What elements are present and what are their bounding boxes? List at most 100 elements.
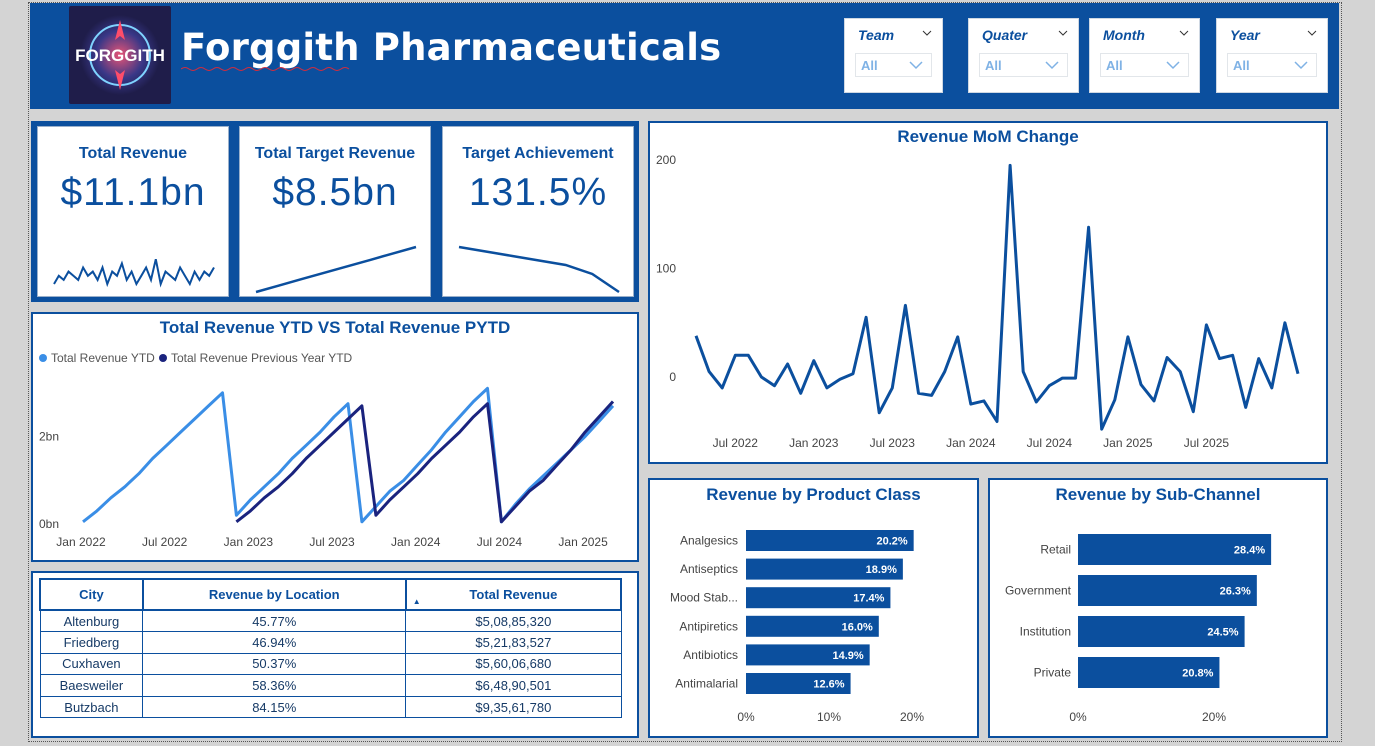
cell-total-revenue: $9,35,61,780 bbox=[405, 695, 622, 719]
month-slicer-label: Month bbox=[1103, 27, 1145, 43]
company-logo: FORGGITH bbox=[69, 6, 171, 104]
x-tick-label: 20% bbox=[1202, 710, 1226, 724]
table-row[interactable]: Cuxhaven 50.37% $5,60,06,680 bbox=[39, 652, 622, 676]
dashboard: FORGGITH Forggith Pharmaceuticals Team A… bbox=[0, 0, 1375, 746]
data-label: 12.6% bbox=[813, 679, 844, 691]
kpi-card-target-achievement: Target Achievement 131.5% bbox=[442, 126, 634, 297]
team-select-value: All bbox=[861, 58, 878, 73]
data-label: 20.8% bbox=[1182, 668, 1213, 680]
data-label: 16.0% bbox=[842, 621, 873, 633]
product-class-panel: Revenue by Product Class Analgesics 20.2%… bbox=[648, 478, 979, 738]
kpi-value: $8.5bn bbox=[272, 171, 398, 214]
x-tick-label: Jul 2024 bbox=[1027, 436, 1073, 450]
category-label: Retail bbox=[1040, 543, 1071, 557]
cell-revenue-by-location: 84.15% bbox=[142, 695, 407, 719]
y-tick-label: 0 bbox=[669, 370, 676, 384]
chevron-down-icon bbox=[909, 61, 923, 70]
table-row[interactable]: Friedberg 46.94% $5,21,83,527 bbox=[39, 631, 622, 654]
quarter-slicer[interactable]: Quater All bbox=[968, 18, 1079, 93]
column-header-revenue-by-location[interactable]: Revenue by Location bbox=[141, 578, 407, 611]
category-label: Institution bbox=[1020, 625, 1071, 639]
data-label: 24.5% bbox=[1207, 627, 1238, 639]
kpi-container: Total Revenue $11.1bn Total Target Reven… bbox=[31, 121, 639, 302]
data-label: 18.9% bbox=[866, 564, 897, 576]
year-select-value: All bbox=[1233, 58, 1250, 73]
cell-city: Baesweiler bbox=[39, 674, 144, 697]
x-tick-label: Jan 2023 bbox=[224, 535, 274, 549]
month-select-value: All bbox=[1106, 58, 1123, 73]
team-slicer-label: Team bbox=[858, 27, 895, 43]
legend-label: Total Revenue YTD bbox=[51, 351, 155, 365]
column-header-city[interactable]: City bbox=[39, 578, 144, 611]
legend[interactable]: Total Revenue YTD Total Revenue Previous … bbox=[39, 351, 353, 365]
kpi-value: $11.1bn bbox=[60, 171, 206, 214]
team-select[interactable]: All bbox=[855, 53, 932, 77]
column-header-total-revenue[interactable]: Total Revenue ▲ bbox=[404, 578, 623, 611]
year-slicer[interactable]: Year All bbox=[1216, 18, 1328, 93]
year-select[interactable]: All bbox=[1227, 53, 1317, 77]
product-class-chart: Analgesics 20.2% Antiseptics 18.9% Mood Stab… bbox=[670, 530, 924, 724]
x-tick-label: Jul 2022 bbox=[713, 436, 759, 450]
kpi-sparkline bbox=[53, 258, 215, 288]
cell-revenue-by-location: 50.37% bbox=[142, 652, 407, 676]
data-label: 26.3% bbox=[1220, 586, 1251, 598]
team-slicer[interactable]: Team All bbox=[844, 18, 943, 93]
x-tick-label: Jan 2025 bbox=[558, 535, 608, 549]
cell-revenue-by-location: 58.36% bbox=[142, 674, 407, 697]
series-line-mom[interactable] bbox=[694, 163, 1300, 431]
column-header-total-revenue-label: Total Revenue bbox=[469, 587, 558, 602]
cell-total-revenue: $6,48,90,501 bbox=[405, 674, 622, 697]
ytd-chart-panel: Total Revenue YTD VS Total Revenue PYTD … bbox=[31, 312, 639, 562]
y-tick-label: 100 bbox=[656, 262, 676, 276]
category-label: Antiseptics bbox=[680, 562, 738, 576]
kpi-sparkline bbox=[255, 245, 417, 294]
cell-city: Friedberg bbox=[39, 631, 144, 654]
y-tick-label: 0bn bbox=[39, 517, 59, 531]
month-select[interactable]: All bbox=[1100, 53, 1189, 77]
kpi-value: 131.5% bbox=[468, 171, 608, 214]
logo-text: FORGGITH bbox=[75, 46, 165, 65]
series-line-ytd[interactable] bbox=[82, 386, 615, 524]
category-label: Private bbox=[1034, 666, 1072, 680]
chevron-down-icon[interactable] bbox=[1179, 28, 1189, 38]
chevron-down-icon[interactable] bbox=[922, 28, 932, 38]
chevron-down-icon[interactable] bbox=[1058, 28, 1068, 38]
cell-city: Butzbach bbox=[39, 695, 144, 719]
category-label: Mood Stab... bbox=[670, 591, 738, 605]
category-label: Antibiotics bbox=[683, 648, 738, 662]
data-label: 17.4% bbox=[853, 593, 884, 605]
ytd-chart: Total Revenue YTD Total Revenue Previous … bbox=[39, 351, 615, 549]
legend-marker bbox=[159, 354, 167, 362]
table-row[interactable]: Butzbach 84.15% $9,35,61,780 bbox=[39, 695, 622, 719]
category-label: Antimalarial bbox=[675, 677, 738, 691]
category-label: Government bbox=[1005, 584, 1072, 598]
kpi-card-total-target-revenue: Total Target Revenue $8.5bn bbox=[239, 126, 431, 297]
x-tick-label: 0% bbox=[737, 710, 755, 724]
cell-revenue-by-location: 45.77% bbox=[142, 609, 407, 633]
quarter-select[interactable]: All bbox=[979, 53, 1068, 77]
x-tick-label: Jul 2024 bbox=[477, 535, 523, 549]
y-tick-label: 2bn bbox=[39, 430, 59, 444]
cell-revenue-by-location: 46.94% bbox=[142, 631, 407, 654]
sort-ascending-icon: ▲ bbox=[412, 597, 421, 606]
kpi-title: Total Revenue bbox=[78, 145, 188, 162]
chevron-down-icon[interactable] bbox=[1307, 28, 1317, 38]
quarter-slicer-label: Quater bbox=[982, 27, 1028, 43]
kpi-card-total-revenue: Total Revenue $11.1bn bbox=[37, 126, 229, 297]
month-slicer[interactable]: Month All bbox=[1089, 18, 1200, 93]
x-tick-label: Jan 2022 bbox=[56, 535, 106, 549]
x-tick-label: Jan 2024 bbox=[391, 535, 441, 549]
mom-chart: 0 100 200 Jul 2022 Jan 2023 Jul 2023 Jan 2024 J… bbox=[656, 153, 1300, 450]
quarter-select-value: All bbox=[985, 58, 1002, 73]
cell-total-revenue: $5,08,85,320 bbox=[405, 609, 622, 633]
legend-marker bbox=[39, 354, 47, 362]
data-label: 28.4% bbox=[1234, 545, 1265, 557]
kpi-title: Total Target Revenue bbox=[254, 145, 416, 162]
cell-city: Altenburg bbox=[39, 609, 144, 633]
city-revenue-table: City Revenue by Location Total Revenue ▲ … bbox=[39, 578, 623, 719]
page-title: Forggith Pharmaceuticals bbox=[181, 26, 722, 69]
table-row[interactable]: Altenburg 45.77% $5,08,85,320 bbox=[39, 609, 622, 633]
chevron-down-icon bbox=[1294, 61, 1308, 70]
mom-chart-panel: Revenue MoM Change 0 100 200 Jul 2022 Jan 20… bbox=[648, 121, 1328, 464]
table-row[interactable]: Baesweiler 58.36% $6,48,90,501 bbox=[39, 674, 622, 697]
